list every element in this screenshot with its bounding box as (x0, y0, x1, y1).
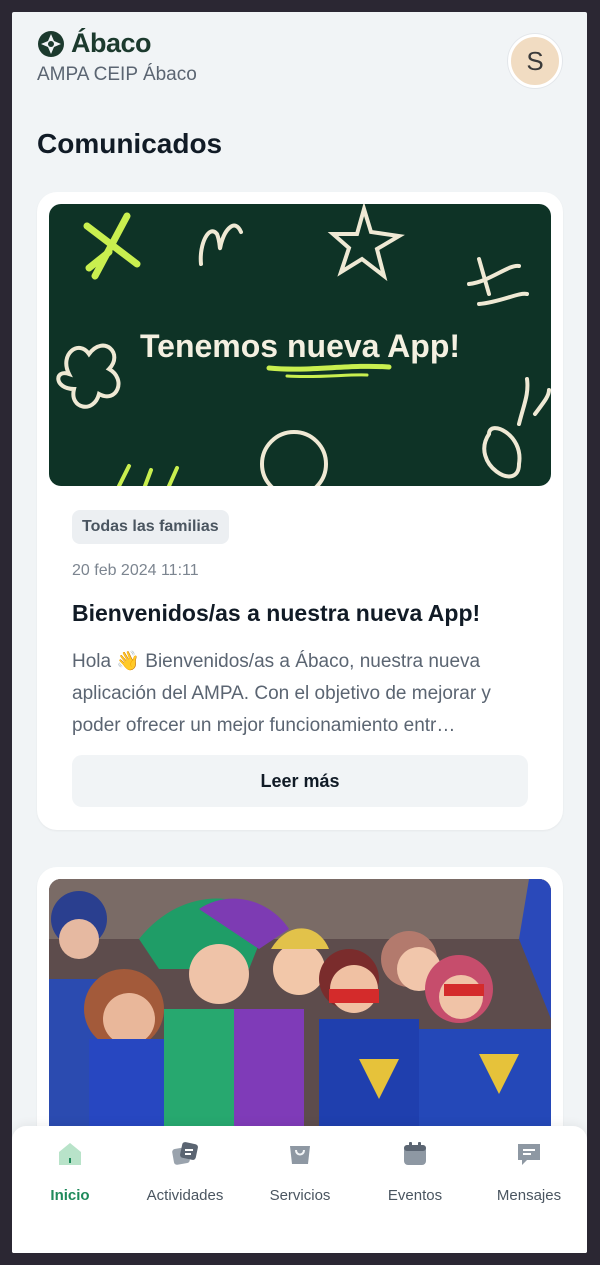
post-excerpt: Hola 👋 Bienvenidos/as a Ábaco, nuestra n… (72, 651, 491, 736)
carnival-photo (49, 879, 551, 1139)
post-card[interactable]: Tenemos nueva App! Todas las familias 20… (37, 192, 563, 830)
post-banner: Tenemos nueva App! (49, 204, 551, 486)
tab-servicios[interactable]: Servicios (242, 1140, 358, 1204)
bottom-tab-bar: Inicio Actividades Servicios Eventos Men… (12, 1126, 587, 1253)
tab-mensajes[interactable]: Mensajes (471, 1140, 587, 1204)
page-title: Comunicados (37, 128, 223, 159)
app-subtitle: AMPA CEIP Ábaco (37, 64, 197, 85)
read-more-button[interactable]: Leer más (72, 755, 528, 807)
brand: Ábaco (37, 28, 152, 59)
home-icon (59, 1143, 81, 1165)
tab-label: Inicio (50, 1187, 90, 1204)
tab-label: Mensajes (496, 1187, 562, 1204)
carnival-photo-illustration (49, 879, 551, 1139)
header: Ábaco AMPA CEIP Ábaco S (12, 12, 587, 122)
abaco-logo-icon (38, 30, 64, 57)
tab-label: Servicios (269, 1187, 331, 1204)
tab-label: Actividades (146, 1187, 224, 1204)
app-screen: Ábaco AMPA CEIP Ábaco S Comunicados Tene… (12, 12, 587, 1253)
post-title[interactable]: Bienvenidos/as a nuestra nueva App! (72, 600, 480, 627)
tab-eventos[interactable]: Eventos (357, 1140, 473, 1204)
tab-actividades[interactable]: Actividades (127, 1140, 243, 1204)
message-icon (518, 1144, 540, 1165)
bag-icon (290, 1146, 310, 1164)
avatar-initial: S (526, 45, 544, 76)
app-name: Ábaco (71, 28, 152, 58)
avatar[interactable]: S (508, 34, 562, 88)
post-date: 20 feb 2024 11:11 (72, 562, 199, 579)
tab-label: Eventos (387, 1187, 443, 1204)
audience-badge: Todas las familias (72, 510, 229, 544)
calendar-icon (404, 1142, 426, 1165)
tab-inicio[interactable]: Inicio (12, 1140, 128, 1204)
banner-heading: Tenemos nueva App! (139, 328, 461, 364)
activities-icon (172, 1142, 198, 1165)
